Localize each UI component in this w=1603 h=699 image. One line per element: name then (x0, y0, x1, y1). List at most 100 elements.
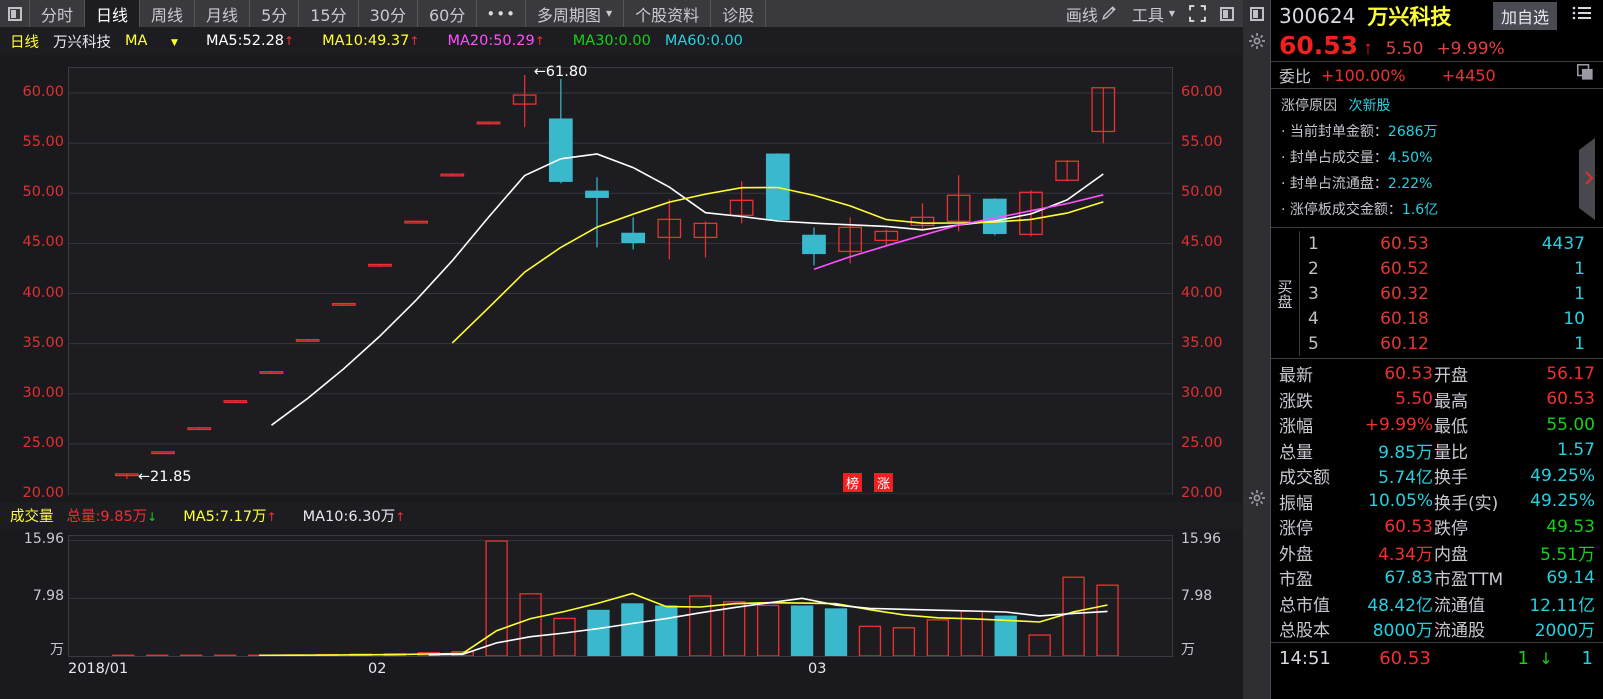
price-axis-label-right: 35.00 (1181, 334, 1223, 351)
volume-axis-label-left: 万 (50, 642, 64, 658)
stock-header: 300624 万兴科技 加自选 (1271, 0, 1603, 31)
rail-gear-icon-2[interactable] (1243, 484, 1270, 511)
price-axis-label-left: 40.00 (22, 284, 64, 301)
limit-up-tag[interactable]: 次新股 (1348, 98, 1390, 114)
stats-table: 最新 60.53 开盘 56.17 涨跌 5.50 最高 60.53 涨幅 +9.99% 最低 55.… (1271, 358, 1603, 642)
order-ratio-row: 委比 +100.00% +4450 (1271, 61, 1603, 89)
stat-label-right: 跌停 (1434, 519, 1468, 540)
fullscreen-icon[interactable] (1182, 5, 1213, 22)
arrow-up-icon: ↑ (534, 34, 545, 48)
chevron-down-icon: ▼ (1168, 9, 1175, 18)
stats-row: 总量 9.85万 量比 1.57 (1271, 438, 1603, 464)
period-tab-3[interactable]: 月线 (195, 0, 251, 27)
price-axis-label-left: 55.00 (22, 134, 64, 151)
stat-label-left: 成交额 (1279, 468, 1330, 489)
stat-value-right: 12.11亿 (1529, 595, 1595, 616)
limit-up-row-value: 1.6亿 (1401, 202, 1439, 218)
limit-up-row-label: · 当前封单金额： (1281, 124, 1388, 140)
multi-period-button[interactable]: 多周期图 ▼ (526, 0, 625, 27)
ma-selector[interactable]: MA ▼ (125, 33, 192, 49)
price-axis-label-right: 45.00 (1181, 234, 1223, 251)
price-axis-label-left: 25.00 (22, 434, 64, 451)
order-book-row[interactable]: 3 60.32 1 (1300, 281, 1603, 306)
price-chart-panel[interactable]: 60.00 60.00 55.00 55.00 50.00 50.00 45.00 45.00… (0, 55, 1243, 502)
date-axis-label-2: 03 (808, 661, 827, 677)
period-tab-7[interactable]: 60分 (418, 0, 478, 27)
period-tab-5[interactable]: 15分 (299, 0, 359, 27)
volume-chart-panel[interactable]: 15.96 15.96 7.98 7.98 万 万 2018/01 02 03 (0, 529, 1243, 699)
stats-row: 涨幅 +9.99% 最低 55.00 (1271, 412, 1603, 438)
layout-panel-icon[interactable] (1213, 6, 1243, 21)
order-book-row[interactable]: 1 60.53 4437 (1300, 231, 1603, 256)
stat-label-right: 换手(实) (1434, 493, 1499, 514)
list-menu-icon[interactable] (1569, 5, 1595, 26)
limit-up-row-0: · 当前封单金额：2686万 (1281, 121, 1595, 141)
stat-value-left: 60.53 (1384, 363, 1433, 384)
arrow-up-icon: ↑ (409, 34, 420, 48)
stat-label-left: 涨停 (1279, 519, 1313, 540)
add-favorite-button[interactable]: 加自选 (1492, 1, 1557, 30)
order-book-row[interactable]: 2 60.52 1 (1300, 256, 1603, 281)
copy-icon[interactable] (1576, 63, 1595, 87)
book-price: 60.32 (1380, 283, 1429, 304)
volume-plot-area[interactable] (68, 535, 1173, 657)
order-book-row[interactable]: 5 60.12 1 (1300, 331, 1603, 356)
sidebar-rail (1243, 0, 1270, 699)
volume-axis-label-right: 15.96 (1181, 530, 1222, 547)
stat-label-left: 涨跌 (1279, 391, 1313, 412)
period-tab-4[interactable]: 5分 (250, 0, 300, 27)
period-tab-6[interactable]: 30分 (359, 0, 418, 27)
stats-row: 成交额 5.74亿 换手 49.25% (1271, 463, 1603, 489)
order-book-row[interactable]: 4 60.18 10 (1300, 306, 1603, 331)
order-ratio-value: +100.00% (1321, 65, 1406, 85)
chart-badge-1[interactable]: 榜 (843, 473, 862, 492)
price-row: 60.53 ↑ 5.50 +9.99% (1271, 31, 1603, 61)
indicator-stock-name: 万兴科技 (53, 34, 111, 51)
top-toolbar: 分时 日线 周线 月线 5分 15分 30分 60分 ••• 多周期图 ▼ 个股资料 诊股 画… (0, 0, 1243, 27)
price-plot-area[interactable] (68, 67, 1173, 495)
tools-button[interactable]: 工具 ▼ (1125, 2, 1182, 26)
rail-panel-toggle-icon[interactable] (1243, 0, 1270, 27)
draw-line-button[interactable]: 画线 (1059, 2, 1125, 26)
stat-label-left: 市盈 (1279, 570, 1313, 591)
rail-gear-icon[interactable] (1243, 27, 1270, 54)
volume-header: 成交量 总量:9.85万↓ MA5:7.17万↑ MA10:6.30万↑ (0, 502, 1243, 529)
stat-label-right: 最高 (1434, 391, 1468, 412)
pencil-icon (1101, 6, 1116, 20)
arrow-up-icon: ↑ (284, 34, 295, 48)
period-tab-2[interactable]: 周线 (140, 0, 196, 27)
stats-row: 涨跌 5.50 最高 60.53 (1271, 387, 1603, 413)
more-periods-button[interactable]: ••• (477, 0, 526, 27)
stat-label-left: 外盘 (1279, 544, 1313, 565)
stat-label-right: 量比 (1434, 442, 1468, 463)
diagnose-button[interactable]: 诊股 (711, 0, 767, 27)
book-level: 5 (1308, 333, 1319, 354)
chart-badge-2[interactable]: 涨 (874, 473, 893, 492)
order-diff-value: +4450 (1441, 65, 1496, 85)
sidebar-expand-tab[interactable] (1579, 138, 1603, 220)
stat-value-right: 69.14 (1546, 567, 1595, 588)
period-tab-1[interactable]: 日线 (85, 0, 141, 27)
sidebar-body: 300624 万兴科技 加自选 60.53 ↑ 5.50 +9.99% 委比 + (1270, 0, 1603, 699)
ma-value-2: MA20:50.29↑ (447, 33, 545, 49)
stock-code: 300624 (1279, 3, 1356, 28)
volume-bars (69, 540, 1172, 657)
panel-toggle-icon[interactable] (0, 0, 30, 27)
stat-label-left: 最新 (1279, 366, 1313, 387)
stats-row: 外盘 4.34万 内盘 5.51万 (1271, 540, 1603, 566)
chevron-down-icon: ▼ (171, 38, 178, 48)
stock-info-button[interactable]: 个股资料 (624, 0, 712, 27)
period-tab-0[interactable]: 分时 (30, 0, 86, 27)
stats-row: 总市值 48.42亿 流通值 12.11亿 (1271, 591, 1603, 617)
stat-label-left: 总市值 (1279, 595, 1330, 616)
stat-label-left: 总量 (1279, 442, 1313, 463)
stat-label-right: 内盘 (1434, 544, 1468, 565)
limit-up-row-3: · 涨停板成交金额：1.6亿 (1281, 199, 1595, 219)
stat-value-left: +9.99% (1364, 414, 1433, 435)
arrow-up-icon: ↑ (266, 510, 277, 524)
stat-label-left: 总股本 (1279, 621, 1330, 642)
current-price: 60.53 (1279, 31, 1359, 60)
price-axis-label-right: 25.00 (1181, 434, 1223, 451)
order-ratio-label: 委比 (1279, 67, 1312, 86)
stat-value-left: 5.50 (1395, 389, 1433, 410)
